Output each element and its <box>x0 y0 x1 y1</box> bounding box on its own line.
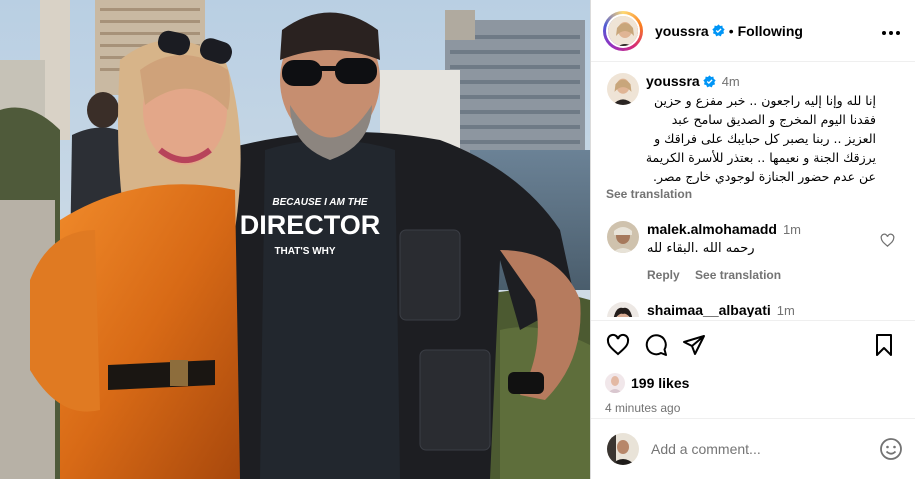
reply-button[interactable]: Reply <box>647 268 680 282</box>
caption-time[interactable]: 4m <box>722 74 740 89</box>
comment-actions: Reply See translation <box>647 268 880 282</box>
comment-see-translation[interactable]: See translation <box>695 268 781 282</box>
add-comment-bar <box>591 418 915 479</box>
commenter-avatar[interactable] <box>607 221 639 253</box>
comment-like-heart-icon[interactable] <box>880 233 895 248</box>
heart-icon[interactable] <box>606 333 630 357</box>
shirt-text-line2: DIRECTOR <box>240 210 381 240</box>
caption-line: فقدنا اليوم المخرج و الصديق سامح عبد <box>671 112 876 127</box>
author-story-ring[interactable] <box>603 10 643 51</box>
shirt-text-line3: THAT'S WHY <box>274 246 335 257</box>
comment-time[interactable]: 1m <box>777 303 795 318</box>
caption-username[interactable]: youssra <box>646 73 700 89</box>
post-side-panel: youssra • Following youssra 4m إنا لله و… <box>590 0 915 479</box>
verified-badge-icon <box>712 24 725 37</box>
caption-line: إنا لله وإنا إليه راجعون .. خبر مفزع و ح… <box>654 93 876 108</box>
comments-list[interactable]: youssra 4m إنا لله وإنا إليه راجعون .. خ… <box>591 63 915 317</box>
liker-avatar[interactable] <box>605 373 625 393</box>
more-options-icon[interactable] <box>881 20 901 41</box>
post-photo[interactable]: BECAUSE I AM THE DIRECTOR THAT'S WHY <box>0 0 590 479</box>
header-separator: • <box>728 22 734 39</box>
current-user-avatar <box>607 433 639 465</box>
post-header: youssra • Following <box>591 0 915 62</box>
caption-line: العزيز .. ربنا يصبر كل حبايبك على فراقك … <box>654 131 876 146</box>
caption-line: عن عدم حضور الجنازة لوجودي خارج مصر. <box>653 169 876 184</box>
caption-line: يرزقك الجنة و نعيمها .. بعتذر للأسرة الك… <box>645 150 876 165</box>
comment-bubble-icon[interactable] <box>644 333 668 357</box>
bookmark-icon[interactable] <box>872 333 896 357</box>
add-comment-input[interactable] <box>651 441 879 457</box>
comment-username[interactable]: shaimaa__albayati <box>647 302 771 317</box>
comment-username[interactable]: malek.almohamadd <box>647 221 777 237</box>
following-button[interactable]: Following <box>738 23 803 39</box>
comment-text: رحمه الله .البقاء لله <box>647 241 755 256</box>
verified-badge-icon <box>703 74 716 87</box>
caption-see-translation[interactable]: See translation <box>606 187 901 201</box>
post-timestamp[interactable]: 4 minutes ago <box>599 401 903 415</box>
caption-block: youssra 4m إنا لله وإنا إليه راجعون .. خ… <box>606 73 901 201</box>
caption-text: إنا لله وإنا إليه راجعون .. خبر مفزع و ح… <box>606 91 876 186</box>
paper-plane-icon[interactable] <box>682 333 706 357</box>
likes-count[interactable]: 199 likes <box>631 375 689 391</box>
commenter-avatar[interactable] <box>607 302 639 317</box>
author-username[interactable]: youssra <box>655 23 709 39</box>
post-actions: 199 likes 4 minutes ago <box>591 320 915 415</box>
comment-item: shaimaa__albayati 1m <box>607 302 901 317</box>
post-photo-illustration: BECAUSE I AM THE DIRECTOR THAT'S WHY <box>0 0 590 479</box>
smiley-icon[interactable] <box>879 437 903 461</box>
likes-row: 199 likes <box>599 373 903 393</box>
comment-time[interactable]: 1m <box>783 222 801 237</box>
comment-item: malek.almohamadd 1m رحمه الله .البقاء لل… <box>607 221 901 282</box>
author-avatar[interactable] <box>606 13 640 48</box>
shirt-text-line1: BECAUSE I AM THE <box>272 197 368 208</box>
